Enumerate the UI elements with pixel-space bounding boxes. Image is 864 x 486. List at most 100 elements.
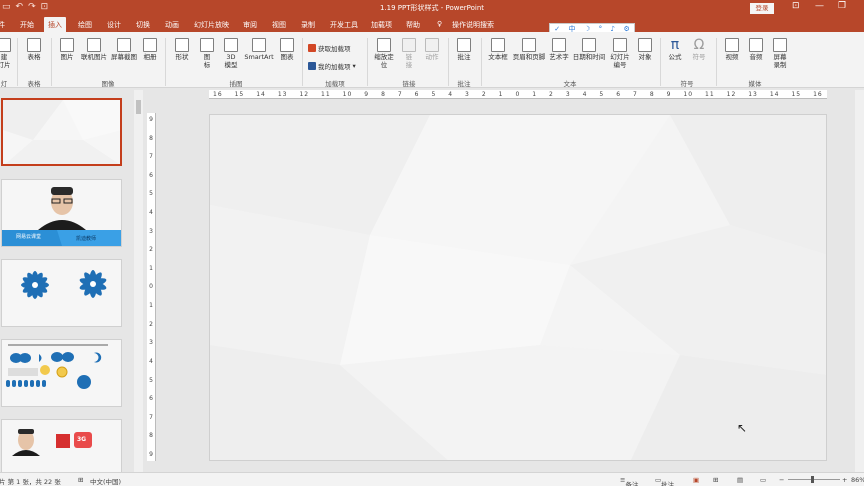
spell-check-icon[interactable]: ⊞ [78,476,83,484]
tab-file[interactable]: 件 [0,20,5,30]
zoom-button[interactable]: 缩放定 位 [371,38,397,69]
slide-thumbnail-3[interactable] [1,259,122,327]
slide-sorter-icon[interactable]: ⊞ [713,476,718,484]
tab-help[interactable]: 帮助 [406,20,420,30]
group-label-comments: 批注 [457,80,471,88]
slideshow-icon[interactable]: ▭ [760,476,766,484]
slide-thumbnail-4[interactable] [1,339,122,407]
slide-scrollbar[interactable] [855,90,864,472]
login-button[interactable]: 登录 [750,3,774,14]
horizontal-ruler[interactable]: 16 15 14 13 12 11 10 9 8 7 6 5 4 3 2 1 0 1 2 3 4 5 6 7 8 9 10 11 12 1… [209,90,827,99]
ruler-tick-label: 5 [599,90,605,98]
restore-icon[interactable]: ❐ [838,1,846,11]
3d-models-button[interactable]: 3D 模型 [220,38,242,69]
tab-home[interactable]: 开始 [20,20,34,30]
zoom-slider[interactable] [788,479,840,480]
tell-me-search[interactable]: 操作说明搜索 [452,20,494,30]
ruler-tick-label: 7 [149,153,153,161]
link-button[interactable]: 链 接 [399,38,419,69]
slide-thumbnail-pane[interactable]: 网易云课堂 凯迪教师 3G [0,89,136,486]
tab-slideshow[interactable]: 幻灯片放映 [194,20,229,30]
group-separator [367,38,368,86]
store-icon [308,44,316,52]
tab-animations[interactable]: 动画 [165,20,179,30]
ruler-tick-label: 3 [149,339,153,347]
comment-button[interactable]: 批注 [453,38,475,61]
zoom-in-icon[interactable]: + [842,476,847,484]
scrollbar-thumb[interactable] [136,100,141,114]
new-slide-button[interactable]: 建 灯片 [0,38,11,69]
wordart-button[interactable]: 艺术字 [547,38,571,61]
ruler-tick-label: 1 [149,302,153,310]
screen-recording-button[interactable]: 屏幕 录制 [769,38,791,69]
chart-button[interactable]: 图表 [276,38,298,61]
pictures-button[interactable]: 图片 [56,38,78,61]
table-icon [27,38,41,52]
hash-icon [613,38,627,52]
group-separator [51,38,52,86]
language-indicator[interactable]: 中文(中国) [90,476,121,486]
tab-developer[interactable]: 开发工具 [330,20,358,30]
tab-record[interactable]: 录制 [301,20,315,30]
smartart-icon [252,38,266,52]
smartart-button[interactable]: SmartArt [243,38,275,61]
video-icon [725,38,739,52]
ruler-tick-label: 6 [414,90,420,98]
slide-canvas[interactable]: ↖ [209,114,827,461]
screenshot-button[interactable]: 屏幕截图 [110,38,138,61]
video-button[interactable]: 视频 [721,38,743,61]
shapes-button[interactable]: 形状 [171,38,193,61]
tab-addins[interactable]: 加载项 [371,20,392,30]
ruler-tick-label: 16 [813,90,823,98]
date-time-button[interactable]: 日期和时间 [571,38,607,61]
mouse-cursor-icon: ↖ [737,421,748,435]
comments-button[interactable]: ▭ 批注 [655,476,674,486]
slide-thumbnail-2[interactable]: 网易云课堂 凯迪教师 [1,179,122,247]
online-pictures-button[interactable]: 联机图片 [79,38,109,61]
table-button[interactable]: 表格 [22,38,46,61]
ruler-tick-label: 12 [299,90,310,98]
speaker-icon [749,38,763,52]
thumbnail-scrollbar[interactable] [134,90,143,472]
reading-view-icon[interactable]: ▤ [737,476,743,484]
symbol-button[interactable]: Ω 符号 [688,38,710,61]
slide-number-button[interactable]: 幻灯片 编号 [607,38,633,69]
action-button[interactable]: 动作 [421,38,443,61]
tab-insert[interactable]: 插入 [44,17,66,32]
group-separator [165,38,166,86]
textbox-button[interactable]: 文本框 [485,38,511,61]
notes-button[interactable]: ≡ 备注 [620,476,638,486]
tab-view[interactable]: 视图 [272,20,286,30]
normal-view-icon[interactable]: ▣ [693,476,699,484]
new-slide-icon [0,38,11,52]
object-icon [638,38,652,52]
online-pictures-icon [87,38,101,52]
group-separator [17,38,18,86]
object-button[interactable]: 对象 [634,38,656,61]
thumb-label: 网易云课堂 [16,234,42,240]
tab-transitions[interactable]: 切换 [136,20,150,30]
zoom-level[interactable]: 86% [851,476,864,484]
group-separator [716,38,717,86]
zoom-out-icon[interactable]: − [779,476,784,484]
omega-icon: Ω [693,37,705,53]
thumb-label: 凯迪教师 [76,236,97,242]
zoom-slider-thumb[interactable] [811,476,814,483]
tab-draw[interactable]: 绘图 [78,20,92,30]
tab-review[interactable]: 审阅 [243,20,257,30]
slide-thumbnail-1[interactable] [1,98,122,166]
header-footer-button[interactable]: 页眉和页脚 [511,38,547,61]
get-addins-button[interactable]: 获取加载项 [308,43,351,53]
minimize-icon[interactable]: — [815,1,824,11]
my-addins-button[interactable]: 我的加载项 ▾ [308,61,356,71]
icons-button[interactable]: 图 标 [196,38,218,69]
group-label-addins: 加载项 [325,80,345,88]
audio-button[interactable]: 音频 [745,38,767,61]
vertical-ruler[interactable]: 9 8 7 6 5 4 3 2 1 0 1 2 3 4 5 6 7 8 9 [147,113,156,461]
ribbon-display-icon[interactable]: ⊡ [792,1,800,11]
album-button[interactable]: 相册 [139,38,161,61]
ruler-tick-label: 10 [342,90,353,98]
tab-design[interactable]: 设计 [107,20,121,30]
ribbon-tabs: 件 开始 插入 绘图 设计 切换 动画 幻灯片放映 审阅 视图 录制 开发工具 … [0,17,864,32]
equation-button[interactable]: π 公式 [664,38,686,61]
